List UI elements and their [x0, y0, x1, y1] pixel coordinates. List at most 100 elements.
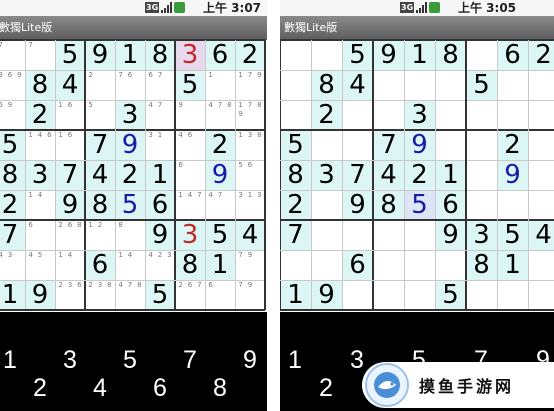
- sudoku-cell[interactable]: [280, 100, 311, 130]
- keypad-key[interactable]: 2: [25, 376, 55, 401]
- sudoku-cell[interactable]: [497, 100, 528, 130]
- sudoku-cell[interactable]: 76: [115, 70, 145, 100]
- sudoku-cell[interactable]: 7: [55, 160, 85, 190]
- sudoku-cell[interactable]: [311, 40, 342, 70]
- sudoku-cell[interactable]: [466, 130, 497, 160]
- sudoku-cell[interactable]: 5: [497, 220, 528, 250]
- sudoku-cell[interactable]: 3: [175, 220, 205, 250]
- sudoku-cell[interactable]: 9: [497, 160, 528, 190]
- sudoku-cell[interactable]: 478: [205, 100, 235, 130]
- sudoku-cell[interactable]: 6: [175, 160, 205, 190]
- sudoku-cell[interactable]: [528, 100, 554, 130]
- sudoku-cell[interactable]: 6: [435, 190, 466, 220]
- sudoku-cell[interactable]: 7: [25, 40, 55, 70]
- sudoku-cell[interactable]: 5: [435, 280, 466, 310]
- sudoku-cell[interactable]: 8: [311, 70, 342, 100]
- sudoku-cell[interactable]: [528, 130, 554, 160]
- sudoku-cell[interactable]: 8: [85, 190, 115, 220]
- sudoku-cell[interactable]: 9: [373, 40, 404, 70]
- sudoku-cell[interactable]: [497, 190, 528, 220]
- sudoku-cell[interactable]: 3: [404, 100, 435, 130]
- sudoku-cell[interactable]: 3: [311, 160, 342, 190]
- sudoku-cell[interactable]: 5: [0, 130, 25, 160]
- sudoku-cell[interactable]: 9: [145, 220, 175, 250]
- sudoku-cell[interactable]: 6: [85, 250, 115, 280]
- sudoku-cell[interactable]: [435, 100, 466, 130]
- sudoku-cell[interactable]: [404, 250, 435, 280]
- sudoku-cell[interactable]: 8: [25, 70, 55, 100]
- keypad-key[interactable]: 9: [235, 348, 265, 373]
- sudoku-cell[interactable]: 2: [404, 160, 435, 190]
- sudoku-cell[interactable]: 179: [235, 70, 265, 100]
- sudoku-cell[interactable]: 6: [145, 190, 175, 220]
- sudoku-cell[interactable]: 7: [0, 40, 25, 70]
- sudoku-cell[interactable]: 2: [0, 190, 25, 220]
- sudoku-cell[interactable]: 6: [342, 250, 373, 280]
- sudoku-cell[interactable]: 8: [280, 160, 311, 190]
- sudoku-cell[interactable]: 9: [25, 280, 55, 310]
- sudoku-cell[interactable]: [466, 100, 497, 130]
- sudoku-cell[interactable]: [311, 190, 342, 220]
- sudoku-cell[interactable]: [373, 220, 404, 250]
- sudoku-cell[interactable]: 369: [0, 70, 25, 100]
- keypad-key[interactable]: 6: [145, 376, 175, 401]
- keypad-key[interactable]: 2: [311, 376, 341, 401]
- sudoku-cell[interactable]: [435, 250, 466, 280]
- sudoku-cell[interactable]: 47: [145, 100, 175, 130]
- sudoku-cell[interactable]: 2: [85, 70, 115, 100]
- sudoku-cell[interactable]: 4: [85, 160, 115, 190]
- sudoku-cell[interactable]: 3: [175, 40, 205, 70]
- sudoku-cell[interactable]: [342, 280, 373, 310]
- sudoku-cell[interactable]: 5: [115, 190, 145, 220]
- sudoku-cell[interactable]: 4: [342, 70, 373, 100]
- sudoku-cell[interactable]: 236: [55, 280, 85, 310]
- sudoku-cell[interactable]: 1789: [235, 100, 265, 130]
- sudoku-cell[interactable]: [311, 250, 342, 280]
- sudoku-cell[interactable]: 147: [175, 190, 205, 220]
- sudoku-cell[interactable]: 2: [497, 130, 528, 160]
- sudoku-cell[interactable]: [497, 70, 528, 100]
- keypad-key[interactable]: 3: [55, 348, 85, 373]
- sudoku-cell[interactable]: 8: [175, 250, 205, 280]
- sudoku-cell[interactable]: 1: [497, 250, 528, 280]
- sudoku-cell[interactable]: 6: [25, 220, 55, 250]
- sudoku-cell[interactable]: 3: [115, 100, 145, 130]
- sudoku-cell[interactable]: 79: [235, 280, 265, 310]
- keypad-key[interactable]: 7: [175, 348, 205, 373]
- sudoku-cell[interactable]: [528, 190, 554, 220]
- sudoku-cell[interactable]: 4: [528, 220, 554, 250]
- sudoku-cell[interactable]: 5: [85, 100, 115, 130]
- sudoku-cell[interactable]: 4: [235, 220, 265, 250]
- sudoku-cell[interactable]: [280, 250, 311, 280]
- sudoku-cell[interactable]: 5: [55, 40, 85, 70]
- sudoku-cell[interactable]: 9: [85, 40, 115, 70]
- sudoku-cell[interactable]: 1: [115, 40, 145, 70]
- sudoku-cell[interactable]: 4: [55, 70, 85, 100]
- sudoku-cell[interactable]: [373, 100, 404, 130]
- sudoku-cell[interactable]: 2: [528, 40, 554, 70]
- sudoku-cell[interactable]: 5: [342, 40, 373, 70]
- sudoku-cell[interactable]: 9: [311, 280, 342, 310]
- sudoku-cell[interactable]: 1: [280, 280, 311, 310]
- sudoku-cell[interactable]: [280, 70, 311, 100]
- sudoku-cell[interactable]: 5: [280, 130, 311, 160]
- sudoku-cell[interactable]: [404, 70, 435, 100]
- sudoku-cell[interactable]: 9: [404, 130, 435, 160]
- sudoku-cell[interactable]: 14: [25, 190, 55, 220]
- sudoku-cell[interactable]: [342, 100, 373, 130]
- sudoku-cell[interactable]: [342, 220, 373, 250]
- keypad-key[interactable]: 5: [115, 348, 145, 373]
- sudoku-cell[interactable]: 2: [235, 40, 265, 70]
- sudoku-cell[interactable]: 43: [0, 250, 25, 280]
- sudoku-cell[interactable]: 6: [205, 280, 235, 310]
- sudoku-cell[interactable]: 7: [373, 130, 404, 160]
- sudoku-cell[interactable]: 8: [466, 250, 497, 280]
- sudoku-cell[interactable]: [497, 280, 528, 310]
- sudoku-cell[interactable]: 7: [342, 160, 373, 190]
- sudoku-cell[interactable]: [311, 220, 342, 250]
- keypad-key[interactable]: 8: [205, 376, 235, 401]
- sudoku-cell[interactable]: 6: [205, 40, 235, 70]
- sudoku-cell[interactable]: [435, 130, 466, 160]
- sudoku-cell[interactable]: [373, 70, 404, 100]
- sudoku-cell[interactable]: [404, 280, 435, 310]
